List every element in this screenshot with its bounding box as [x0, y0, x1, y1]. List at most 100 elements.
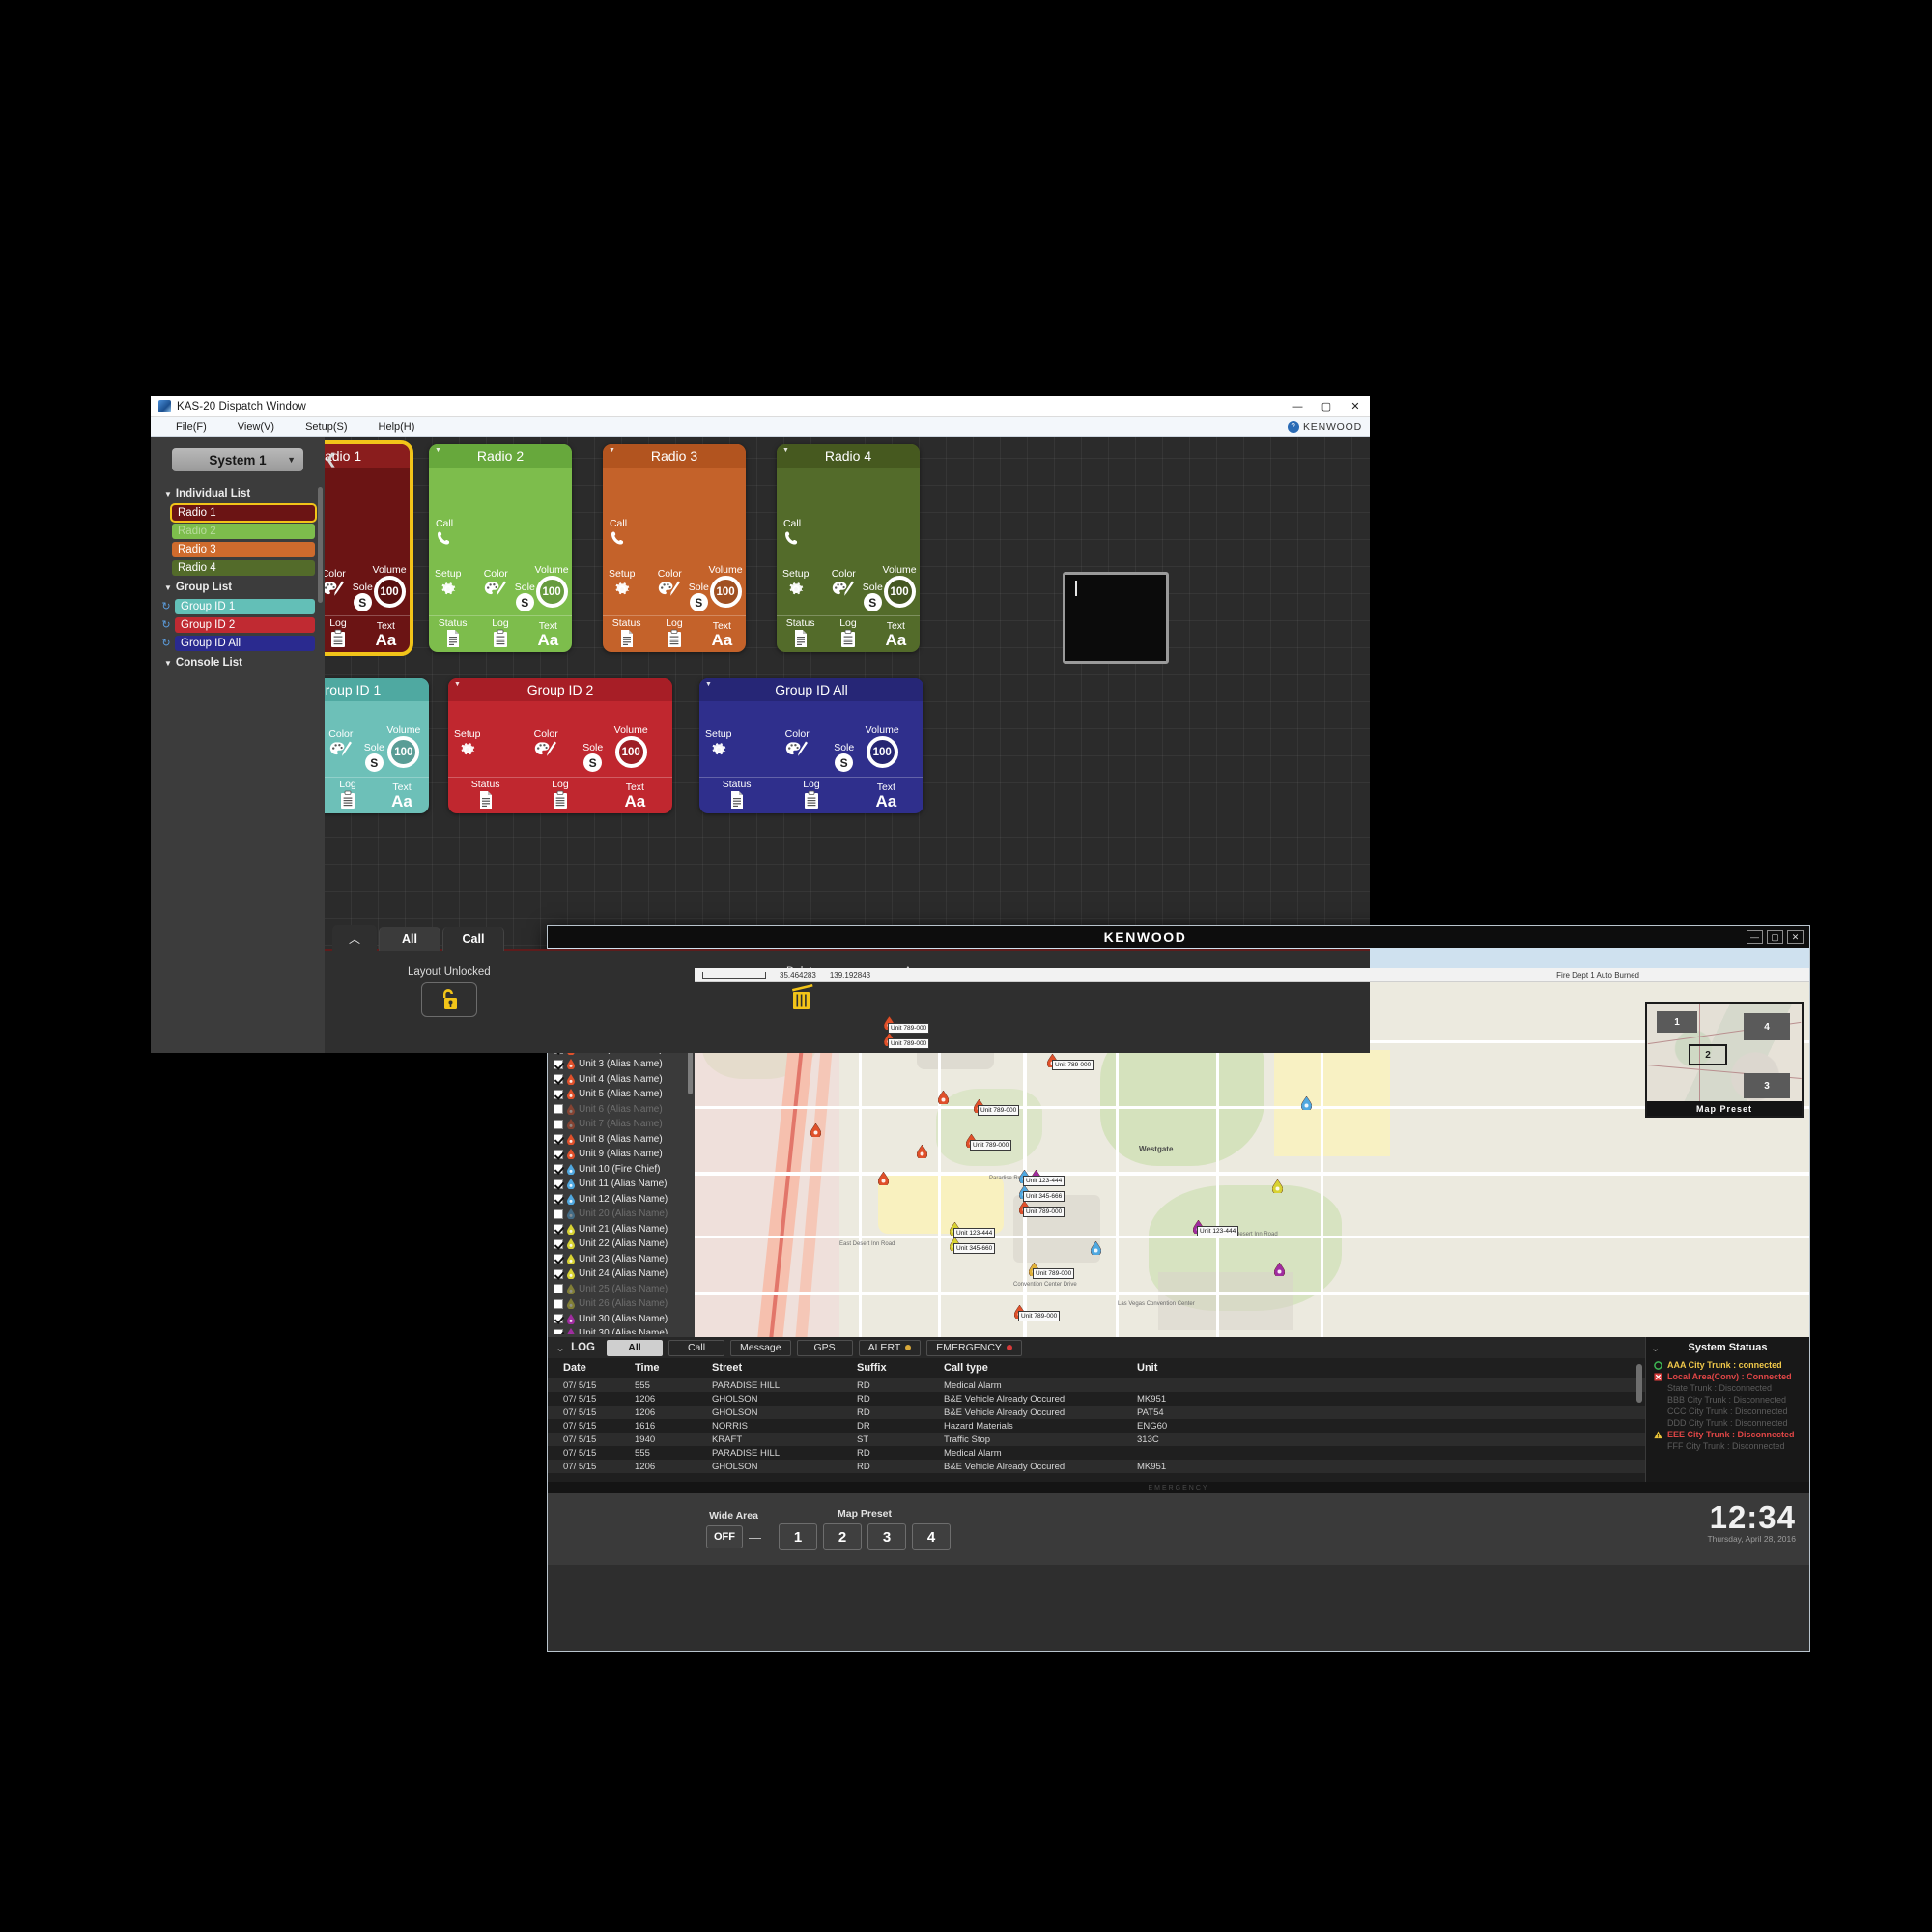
map-unit-tag[interactable]: Unit 789-000 [1033, 1268, 1075, 1279]
section-individual-list[interactable]: ▼ Individual List [151, 483, 325, 503]
list-item[interactable]: Radio 2 [151, 522, 325, 540]
unit-list-item[interactable]: Unit 25 (Alias Name) [548, 1282, 695, 1297]
emergency-strip[interactable]: EMERGENCY [548, 1482, 1809, 1493]
close-icon[interactable]: ✕ [1787, 930, 1804, 944]
unit-checkbox[interactable] [554, 1238, 563, 1249]
list-item[interactable]: Radio 3 [151, 540, 325, 558]
list-item[interactable]: ↻ Group ID All [151, 634, 325, 652]
maximize-icon[interactable]: ▢ [1767, 930, 1783, 944]
color-button[interactable]: Color [831, 568, 856, 607]
sidebar-scrollbar[interactable] [318, 487, 323, 603]
color-button[interactable]: Color [657, 568, 682, 607]
map-unit-tag[interactable]: Unit 123-444 [1197, 1226, 1239, 1236]
preset-region-4[interactable]: 4 [1744, 1013, 1790, 1040]
log-button[interactable]: Log [824, 616, 871, 652]
status-button[interactable]: Status [699, 778, 774, 813]
minimize-icon[interactable]: — [1283, 396, 1312, 416]
log-tab-call[interactable]: Call [668, 1339, 724, 1356]
text-button[interactable]: Text Aa [849, 778, 923, 813]
preset-region-3[interactable]: 3 [1744, 1073, 1790, 1098]
preset-region-1[interactable]: 1 [1657, 1011, 1697, 1033]
unit-list-item[interactable]: Unit 7 (Alias Name) [548, 1117, 695, 1132]
unit-list-item[interactable]: Unit 22 (Alias Name) [548, 1236, 695, 1252]
map-unit-tag[interactable]: Unit 123-444 [953, 1228, 996, 1238]
radio-panel[interactable]: ▼Radio 1 Call Setup Color Sole S Volume … [325, 440, 413, 656]
map-unit-tag[interactable]: Unit 789-000 [1018, 1311, 1061, 1321]
list-item[interactable]: Radio 4 [151, 558, 325, 577]
volume-control[interactable]: Volume 100 [373, 564, 407, 608]
wide-area-off-button[interactable]: OFF [706, 1525, 743, 1548]
panel-menu-icon[interactable]: ▼ [609, 447, 615, 454]
map-unit-tag[interactable]: Unit 345-666 [1023, 1191, 1065, 1202]
unit-checkbox[interactable] [554, 1164, 563, 1175]
minimize-icon[interactable]: — [1747, 930, 1763, 944]
text-button[interactable]: Text Aa [872, 616, 920, 652]
volume-control[interactable]: Volume 100 [709, 564, 743, 608]
setup-button[interactable]: Setup [454, 728, 480, 765]
call-button[interactable]: Call [435, 518, 454, 554]
sole-button[interactable]: Sole S [863, 582, 883, 611]
map-unit-pin[interactable] [810, 1123, 821, 1137]
dock-tab-call[interactable]: Call [442, 927, 504, 951]
unit-checkbox[interactable] [554, 1089, 563, 1099]
section-group-list[interactable]: ▼ Group List [151, 577, 325, 597]
log-table-row[interactable]: 07/ 5/15 1940 KRAFT ST Traffic Stop 313C [548, 1433, 1645, 1446]
menu-setup[interactable]: Setup(S) [299, 421, 353, 433]
unit-list-item[interactable]: Unit 20 (Alias Name) [548, 1207, 695, 1222]
text-button[interactable]: Text Aa [525, 616, 572, 652]
log-table-row[interactable]: 07/ 5/15 1206 GHOLSON RD B&E Vehicle Already… [548, 1392, 1645, 1406]
menu-file[interactable]: File(F) [170, 421, 213, 433]
map-unit-tag[interactable]: Unit 789-000 [1052, 1060, 1094, 1070]
map-unit-tag[interactable]: Unit 789-000 [970, 1140, 1012, 1151]
text-button[interactable]: Text Aa [598, 778, 672, 813]
volume-control[interactable]: Volume 100 [883, 564, 917, 608]
list-item[interactable]: ↻ Group ID 1 [151, 597, 325, 615]
volume-control[interactable]: Volume 100 [866, 724, 899, 768]
unit-list-item[interactable]: Unit 30 (Alias Name) [548, 1326, 695, 1334]
unit-list-item[interactable]: Unit 10 (Fire Chief) [548, 1162, 695, 1178]
chevron-collapse-icon[interactable]: ⌄ [555, 1341, 565, 1354]
unlock-button[interactable] [420, 982, 477, 1017]
unit-checkbox[interactable] [554, 1224, 563, 1235]
unit-list-item[interactable]: Unit 3 (Alias Name) [548, 1057, 695, 1072]
text-button[interactable]: Text Aa [362, 616, 410, 652]
map-unit-pin[interactable] [1272, 1179, 1283, 1193]
unit-list-item[interactable]: Unit 30 (Alias Name) [548, 1312, 695, 1327]
map-unit-tag[interactable]: Unit 789-000 [978, 1105, 1020, 1116]
status-collapse-icon[interactable]: ⌄ [1651, 1342, 1660, 1354]
setup-button[interactable]: Setup [435, 568, 461, 605]
log-button[interactable]: Log [774, 778, 848, 813]
dock-expand-icon[interactable]: ︿ [332, 925, 377, 951]
system-selector[interactable]: System 1 ▼ [172, 448, 303, 471]
panel-menu-icon[interactable]: ▼ [435, 447, 441, 454]
sole-button[interactable]: Sole S [515, 582, 535, 611]
volume-control[interactable]: Volume 100 [386, 724, 420, 768]
log-table-row[interactable]: 07/ 5/15 1206 GHOLSON RD B&E Vehicle Already… [548, 1406, 1645, 1419]
log-table-row[interactable]: 07/ 5/15 555 PARADISE HILL RD Medical Alarm [548, 1378, 1645, 1392]
map-preset-overlay[interactable]: 1 24 3 Map Preset [1645, 1002, 1804, 1118]
map-unit-pin[interactable] [1091, 1241, 1101, 1255]
map-unit-pin[interactable] [1274, 1263, 1285, 1276]
color-button[interactable]: Color [325, 568, 346, 607]
menu-view[interactable]: View(V) [232, 421, 280, 433]
close-icon[interactable]: ✕ [1341, 396, 1370, 416]
dock-tab-all[interactable]: All [379, 927, 440, 951]
unit-checkbox[interactable] [554, 1254, 563, 1264]
unit-checkbox[interactable] [554, 1179, 563, 1189]
log-button[interactable]: Log [476, 616, 524, 652]
log-column-header[interactable]: Unit [1137, 1358, 1645, 1378]
unit-checkbox[interactable] [554, 1268, 563, 1279]
log-button[interactable]: Log [325, 778, 375, 813]
panel-menu-icon[interactable]: ▼ [705, 681, 712, 688]
map-unit-tag[interactable]: Unit 789-000 [1023, 1207, 1065, 1217]
log-button[interactable]: Log [650, 616, 697, 652]
log-button[interactable]: Log [325, 616, 362, 652]
sidebar-collapse-icon[interactable]: ❮ [325, 450, 337, 468]
setup-button[interactable]: Setup [782, 568, 809, 605]
log-tab-alert[interactable]: ALERT [858, 1339, 922, 1356]
sole-button[interactable]: Sole S [689, 582, 709, 611]
map-unit-pin[interactable] [1301, 1096, 1312, 1110]
unit-checkbox[interactable] [554, 1119, 563, 1129]
status-button[interactable]: Status [603, 616, 650, 652]
unit-checkbox[interactable] [554, 1194, 563, 1205]
